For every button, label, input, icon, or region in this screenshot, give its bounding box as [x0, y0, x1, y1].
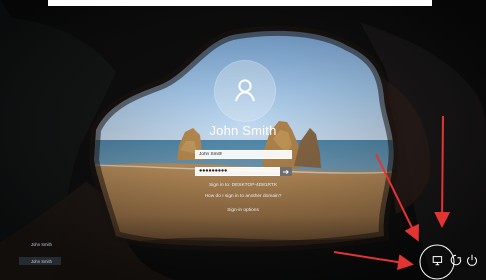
- top-bar: [48, 0, 432, 6]
- windows-lock-screen: John Smith John Smith ●●●●●●●●● Sign in …: [0, 0, 486, 280]
- bottom-user-item-selected[interactable]: John Smith: [19, 257, 61, 265]
- signin-options-link[interactable]: Sign-in options: [150, 208, 336, 213]
- signin-target-text: Sign in to: DESKTOP-4D81RTK: [208, 183, 278, 188]
- username-field[interactable]: John Smith: [195, 150, 292, 159]
- user-icon: [235, 79, 255, 102]
- bottom-user-item[interactable]: John Smith: [19, 240, 61, 248]
- domain-help-link[interactable]: How do I sign in to another domain?: [150, 194, 336, 199]
- network-icon[interactable]: [431, 254, 445, 268]
- arrow-right-icon: [283, 169, 289, 174]
- password-field[interactable]: ●●●●●●●●●: [195, 167, 292, 176]
- submit-button[interactable]: [280, 167, 292, 176]
- password-value: ●●●●●●●●●: [199, 168, 228, 174]
- login-user-name: John Smith: [209, 123, 277, 138]
- ease-of-access-icon[interactable]: [449, 253, 463, 267]
- username-value: John Smith: [199, 152, 223, 157]
- power-icon[interactable]: [465, 253, 479, 267]
- user-avatar[interactable]: [214, 60, 276, 122]
- cave-beach-background: [0, 0, 486, 280]
